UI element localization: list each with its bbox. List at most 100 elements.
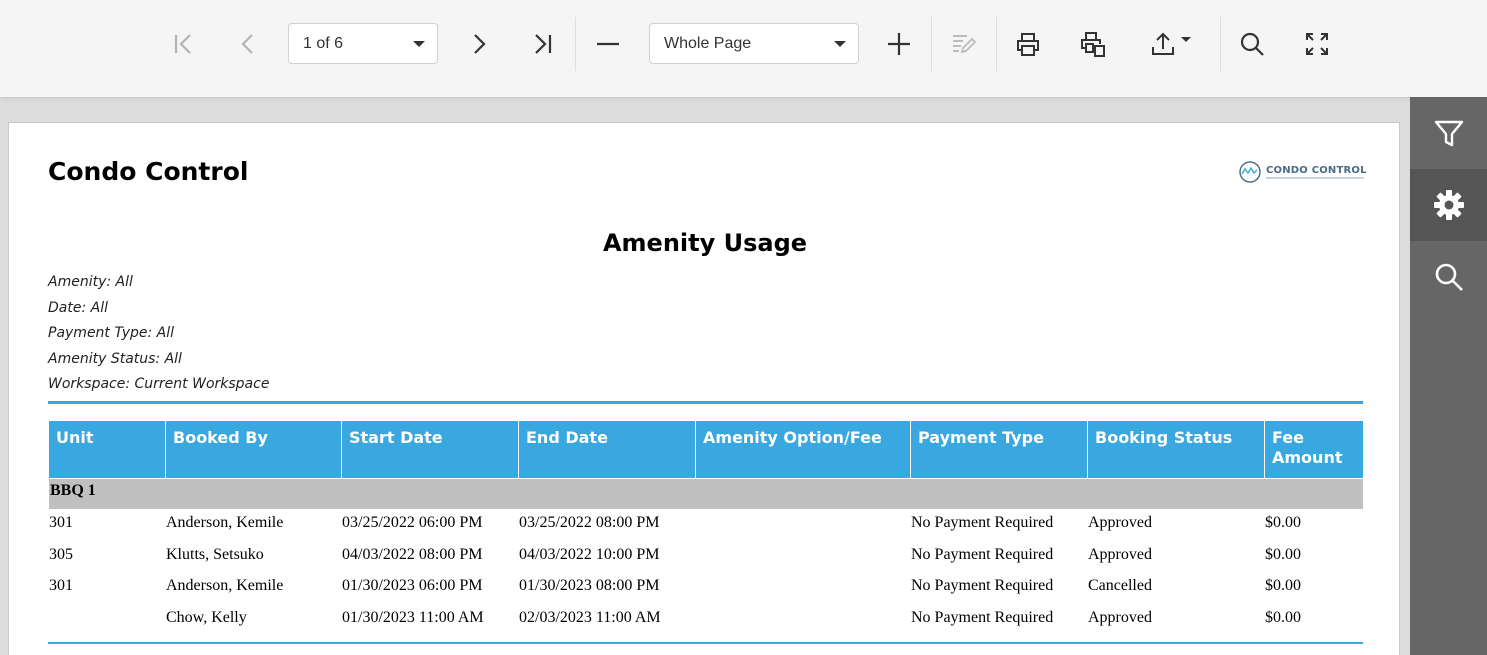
cell-booked-by: Chow, Kelly (166, 609, 247, 627)
minus-icon (597, 42, 619, 46)
zoom-out-button[interactable] (586, 22, 630, 66)
table-row: 301 Anderson, Kemile 01/30/2023 06:00 PM 01… (49, 574, 1363, 605)
logo-icon (1239, 161, 1261, 183)
edit-icon (953, 35, 977, 54)
print-page-button[interactable] (1071, 22, 1115, 66)
cell-fee-amount: $0.00 (1265, 545, 1301, 563)
cell-start-date: 01/30/2023 11:00 AM (342, 609, 484, 627)
cell-end-date: 04/03/2022 10:00 PM (519, 545, 660, 563)
column-header-payment-type: Payment Type (911, 421, 1088, 478)
table-header: Unit Booked By Start Date End Date Ameni… (49, 421, 1363, 478)
cell-booking-status: Approved (1088, 514, 1152, 531)
filter-button[interactable] (1410, 97, 1487, 169)
search-button[interactable] (1230, 22, 1274, 66)
cell-amenity-option (696, 511, 911, 542)
cell-end-date: 03/25/2022 08:00 PM (519, 514, 660, 531)
cell-start-date: 01/30/2023 06:00 PM (342, 577, 483, 595)
first-page-icon (174, 34, 191, 54)
page-selector[interactable]: 1 of 6 (288, 23, 438, 64)
cell-fee-amount: $0.00 (1265, 577, 1301, 595)
cell-fee-amount: $0.00 (1265, 609, 1301, 627)
chevron-down-icon (834, 41, 846, 47)
cell-booking-status: Cancelled (1088, 577, 1152, 595)
cell-unit: 301 (49, 577, 73, 595)
cell-payment-type: No Payment Required (911, 545, 1054, 563)
toolbar-separator (996, 17, 997, 71)
side-search-button[interactable] (1410, 241, 1487, 313)
group-header: BBQ 1 (49, 479, 1363, 509)
zoom-in-button[interactable] (877, 22, 921, 66)
previous-page-button[interactable] (226, 22, 270, 66)
search-icon (1435, 263, 1463, 291)
cell-payment-type: No Payment Required (911, 577, 1054, 595)
page-selector-value: 1 of 6 (303, 34, 344, 52)
report-page: Condo Control CONDO CONTROL Amenity Usag… (8, 122, 1400, 655)
cell-payment-type: No Payment Required (911, 514, 1054, 531)
fullscreen-button[interactable] (1295, 22, 1339, 66)
column-header-booking-status: Booking Status (1088, 421, 1265, 478)
toolbar-separator (575, 17, 576, 71)
edit-button[interactable] (941, 22, 985, 66)
filter-payment-type: Payment Type: All (48, 325, 175, 341)
print-button[interactable] (1006, 22, 1050, 66)
table-row: 301 Anderson, Kemile 03/25/2022 06:00 PM 03… (49, 511, 1363, 542)
cell-booking-status: Approved (1088, 609, 1152, 627)
logo-tagline-line (1266, 177, 1364, 179)
cell-end-date: 02/03/2023 11:00 AM (519, 609, 661, 627)
next-page-button[interactable] (457, 22, 501, 66)
column-header-start-date: Start Date (342, 421, 519, 478)
plus-icon (888, 33, 910, 55)
viewer-toolbar: 1 of 6 Whole Page (0, 0, 1487, 97)
company-name: Condo Control (48, 157, 249, 186)
cell-unit: 305 (49, 545, 73, 563)
company-logo: CONDO CONTROL (1237, 161, 1367, 183)
table-row: Chow, Kelly 01/30/2023 11:00 AM 02/03/2023… (49, 606, 1363, 637)
cell-amenity-option (696, 606, 911, 637)
first-page-button[interactable] (161, 22, 205, 66)
filter-amenity: Amenity: All (48, 274, 133, 290)
column-header-end-date: End Date (519, 421, 696, 478)
filter-date: Date: All (48, 299, 108, 316)
filter-amenity-status: Amenity Status: All (48, 350, 182, 367)
print-page-icon (1081, 32, 1105, 57)
side-panel (1410, 97, 1487, 655)
divider-bottom (48, 642, 1363, 644)
cell-fee-amount: $0.00 (1265, 514, 1301, 531)
chevron-down-icon (413, 41, 425, 47)
cell-amenity-option (696, 574, 911, 605)
cell-booked-by: Klutts, Setsuko (166, 545, 264, 563)
column-header-fee-amount: Fee Amount (1265, 421, 1363, 478)
cell-start-date: 03/25/2022 06:00 PM (342, 514, 483, 531)
divider-top (48, 401, 1363, 404)
export-icon (1152, 32, 1174, 55)
settings-button[interactable] (1410, 169, 1487, 241)
last-page-icon (535, 34, 552, 54)
chevron-down-icon (1181, 36, 1191, 42)
toolbar-separator (1220, 17, 1221, 71)
cell-amenity-option (696, 543, 911, 574)
column-header-booked-by: Booked By (166, 421, 342, 478)
cell-booked-by: Anderson, Kemile (166, 577, 284, 595)
filter-workspace: Workspace: Current Workspace (48, 376, 270, 392)
table-row: 305 Klutts, Setsuko 04/03/2022 08:00 PM 04/… (49, 543, 1363, 574)
next-page-icon (474, 34, 486, 54)
fullscreen-icon (1306, 33, 1328, 55)
cell-end-date: 01/30/2023 08:00 PM (519, 577, 660, 595)
cell-start-date: 04/03/2022 08:00 PM (342, 545, 483, 563)
print-icon (1017, 33, 1039, 56)
report-title: Amenity Usage (602, 229, 808, 257)
zoom-selector[interactable]: Whole Page (649, 23, 859, 64)
zoom-selector-value: Whole Page (664, 34, 752, 52)
cell-unit: 301 (49, 514, 73, 531)
cell-booked-by: Anderson, Kemile (166, 514, 284, 531)
cell-booking-status: Approved (1088, 545, 1152, 563)
gear-icon (1433, 190, 1464, 220)
export-button[interactable] (1139, 22, 1201, 66)
previous-page-icon (241, 34, 253, 54)
logo-text: CONDO CONTROL (1266, 165, 1367, 176)
filter-summary: Amenity: All Date: All Payment Type: All… (48, 272, 269, 400)
last-page-button[interactable] (521, 22, 565, 66)
filter-icon (1434, 120, 1463, 147)
column-header-unit: Unit (49, 421, 166, 478)
cell-payment-type: No Payment Required (911, 609, 1054, 627)
